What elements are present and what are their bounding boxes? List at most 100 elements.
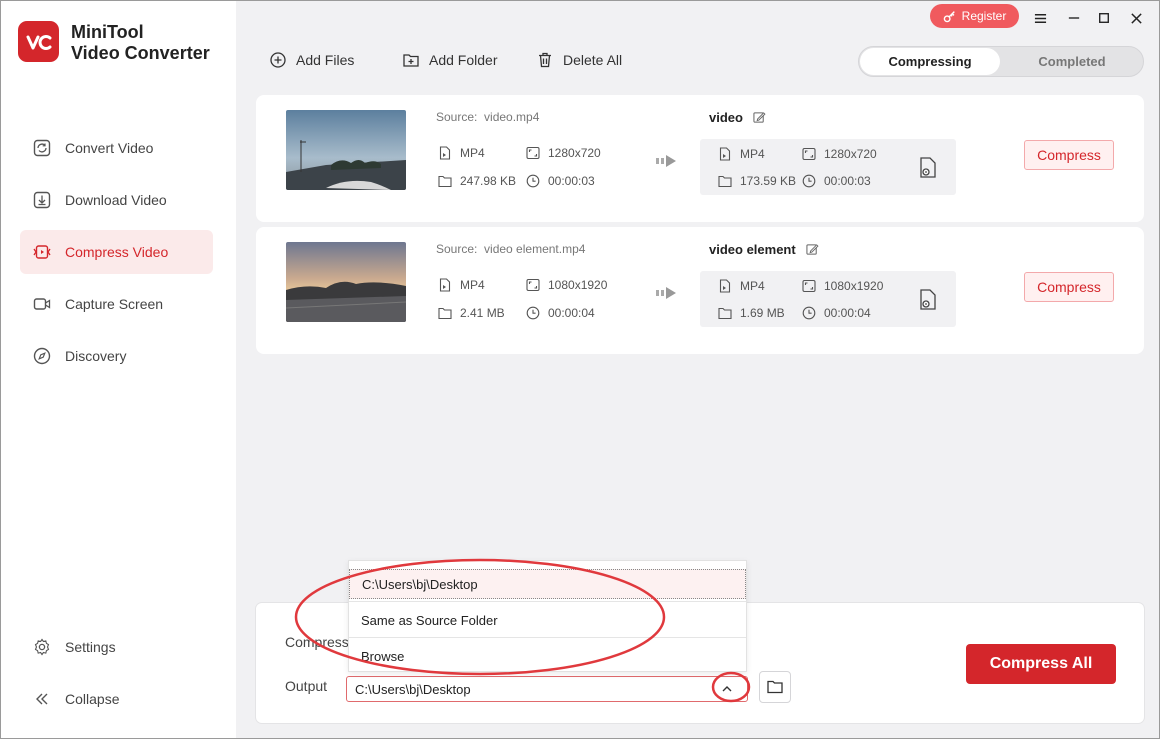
tab-completed[interactable]: Completed <box>1002 48 1142 75</box>
source-format: MP4 <box>438 278 485 292</box>
output-filename: video <box>709 110 743 125</box>
compress-button[interactable]: Compress <box>1024 272 1114 302</box>
minimize-icon <box>1068 17 1080 19</box>
output-path-select[interactable]: C:\Users\bj\Desktop <box>346 676 748 702</box>
minimize-button[interactable] <box>1064 8 1084 28</box>
hamburger-icon <box>1034 13 1046 23</box>
maximize-button[interactable] <box>1094 8 1114 28</box>
sidebar-item-capture-screen[interactable]: Capture Screen <box>20 282 213 326</box>
output-size: 1.69 MB <box>718 306 785 320</box>
register-button[interactable]: Register <box>930 4 1019 28</box>
compress-all-button[interactable]: Compress All <box>966 644 1116 684</box>
source-info: Source: video element.mp4 <box>436 242 585 256</box>
app-logo <box>18 21 59 62</box>
add-circle-icon <box>270 52 286 68</box>
file-format-icon <box>439 146 451 160</box>
tab-compressing[interactable]: Compressing <box>860 48 1000 75</box>
folder-icon <box>767 680 783 694</box>
resolution-value: 1280x720 <box>824 147 877 161</box>
duration-value: 00:00:04 <box>824 306 871 320</box>
output-name: video element <box>709 242 819 257</box>
compress-button[interactable]: Compress <box>1024 140 1114 170</box>
add-folder-button[interactable]: Add Folder <box>403 52 497 68</box>
collapse-button[interactable]: Collapse <box>20 677 213 721</box>
compress-setting-label: Compress <box>285 634 349 650</box>
add-folder-icon <box>403 54 419 67</box>
resolution-value: 1080x1920 <box>824 279 884 293</box>
delete-all-button[interactable]: Delete All <box>537 52 622 68</box>
status-tabs: Compressing Completed <box>858 46 1144 77</box>
dropdown-option-browse[interactable]: Browse <box>349 638 746 674</box>
video-thumbnail <box>286 242 406 322</box>
arrow-right-icon <box>656 155 676 167</box>
add-files-button[interactable]: Add Files <box>270 52 354 68</box>
maximize-icon <box>1099 13 1109 23</box>
source-duration: 00:00:04 <box>526 306 595 320</box>
sidebar-item-discovery[interactable]: Discovery <box>20 334 213 378</box>
output-format: MP4 <box>718 279 765 293</box>
duration-value: 00:00:03 <box>824 174 871 188</box>
output-resolution: 1080x1920 <box>802 279 883 293</box>
settings-button[interactable]: Settings <box>20 625 213 669</box>
format-value: MP4 <box>740 279 765 293</box>
resolution-value: 1080x1920 <box>548 278 608 292</box>
menu-button[interactable] <box>1030 8 1050 28</box>
app-name: MiniTool Video Converter <box>71 22 210 64</box>
sidebar-item-download-video[interactable]: Download Video <box>20 178 213 222</box>
duration-value: 00:00:04 <box>548 306 595 320</box>
add-folder-label: Add Folder <box>429 52 498 68</box>
output-path-dropdown: C:\Users\bj\Desktop Same as Source Folde… <box>348 560 747 672</box>
clock-icon <box>526 306 540 320</box>
output-size: 173.59 KB <box>718 174 796 188</box>
settings-label: Settings <box>65 639 116 655</box>
format-value: MP4 <box>460 146 485 160</box>
download-icon <box>33 191 51 209</box>
resolution-icon <box>526 278 540 292</box>
double-chevron-left-icon <box>33 690 51 708</box>
output-duration: 00:00:04 <box>802 306 871 320</box>
folder-icon <box>438 175 452 188</box>
resolution-icon <box>526 146 540 160</box>
sidebar-item-label: Compress Video <box>65 244 169 260</box>
arrow-right-icon <box>656 287 676 299</box>
app-name-line1: MiniTool <box>71 22 144 42</box>
close-button[interactable] <box>1126 8 1146 28</box>
folder-icon <box>438 307 452 320</box>
output-format: MP4 <box>718 147 765 161</box>
convert-icon <box>33 139 51 157</box>
clock-icon <box>526 174 540 188</box>
source-format: MP4 <box>438 146 485 160</box>
source-label: Source: <box>436 242 478 256</box>
output-name: video <box>709 110 766 125</box>
dropdown-option-desktop[interactable]: C:\Users\bj\Desktop <box>349 569 746 599</box>
chevron-up-icon[interactable] <box>721 683 733 695</box>
sidebar-item-compress-video[interactable]: Compress Video <box>20 230 213 274</box>
sidebar-item-label: Capture Screen <box>65 296 164 312</box>
resolution-icon <box>802 279 816 293</box>
clock-icon <box>802 306 816 320</box>
duration-value: 00:00:03 <box>548 174 595 188</box>
file-settings-icon[interactable] <box>918 289 938 311</box>
size-value: 173.59 KB <box>740 174 797 188</box>
open-folder-button[interactable] <box>759 671 791 703</box>
output-resolution: 1280x720 <box>802 147 877 161</box>
gear-icon <box>33 638 51 656</box>
collapse-label: Collapse <box>65 691 120 707</box>
source-size: 247.98 KB <box>438 174 516 188</box>
file-settings-icon[interactable] <box>918 157 938 179</box>
folder-icon <box>718 175 732 188</box>
edit-icon[interactable] <box>753 111 766 124</box>
dropdown-option-same-as-source[interactable]: Same as Source Folder <box>349 602 746 638</box>
sidebar-item-convert-video[interactable]: Convert Video <box>20 126 213 170</box>
file-card: Source: video element.mp4 MP4 1080x1920 … <box>256 227 1144 354</box>
sidebar-item-label: Discovery <box>65 348 127 364</box>
source-filename: video.mp4 <box>484 110 540 124</box>
add-files-label: Add Files <box>296 52 355 68</box>
file-format-icon <box>439 278 451 292</box>
source-duration: 00:00:03 <box>526 174 595 188</box>
size-value: 1.69 MB <box>740 306 785 320</box>
file-format-icon <box>719 279 731 293</box>
folder-icon <box>718 307 732 320</box>
camera-icon <box>33 295 51 313</box>
edit-icon[interactable] <box>806 243 819 256</box>
